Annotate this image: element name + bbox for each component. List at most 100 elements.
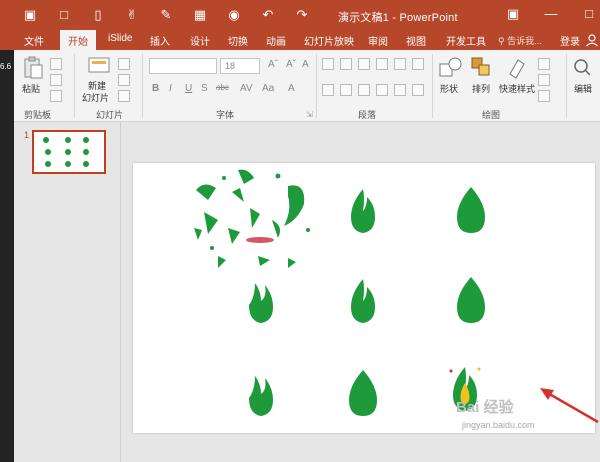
- sign-in-link[interactable]: 登录: [560, 33, 580, 48]
- open-folder-icon[interactable]: □: [56, 7, 72, 23]
- tab-review[interactable]: 审阅: [368, 33, 388, 48]
- watermark-url: jingyan.baidu.com: [462, 420, 535, 430]
- columns-icon[interactable]: [394, 84, 406, 96]
- align-text-icon[interactable]: [412, 84, 424, 96]
- shape-effects-icon[interactable]: [538, 90, 550, 102]
- strikethrough-button[interactable]: abc: [216, 83, 229, 92]
- font-color-icon[interactable]: A: [288, 83, 295, 94]
- cut-icon[interactable]: [50, 58, 62, 70]
- copy-icon[interactable]: [50, 74, 62, 86]
- font-name-select[interactable]: [149, 58, 217, 74]
- shapes-label: 形状: [440, 84, 459, 94]
- quick-access-toolbar: ▣ □ ▯ ✌ ✎ ▦ ◉ ↶ ↷: [22, 7, 310, 23]
- minimize-icon[interactable]: —: [543, 6, 559, 22]
- shape-fill-icon[interactable]: [538, 58, 550, 70]
- quick-styles-icon[interactable]: [506, 56, 528, 80]
- flame-icon-6[interactable]: [241, 368, 281, 420]
- restore-icon[interactable]: □: [581, 6, 597, 22]
- bold-button[interactable]: B: [152, 83, 159, 94]
- group-divider: [316, 54, 317, 118]
- flame-icon-4[interactable]: [343, 275, 383, 327]
- decrease-indent-icon[interactable]: [358, 58, 370, 70]
- text-direction-icon[interactable]: [412, 58, 424, 70]
- layout-icon[interactable]: [118, 58, 130, 70]
- tab-home[interactable]: 开始: [60, 30, 96, 50]
- align-right-icon[interactable]: [358, 84, 370, 96]
- strip-value: 6.6: [0, 62, 12, 71]
- align-left-icon[interactable]: [322, 84, 334, 96]
- flame-icon-7[interactable]: [343, 368, 383, 420]
- slide-thumbnail[interactable]: [32, 130, 106, 174]
- save-icon[interactable]: ▣: [22, 7, 38, 23]
- undo-icon[interactable]: ↶: [260, 7, 276, 23]
- flame-icon-1[interactable]: [343, 185, 383, 237]
- tab-animations[interactable]: 动画: [266, 33, 286, 48]
- char-spacing-icon[interactable]: AV: [240, 83, 253, 94]
- reset-icon[interactable]: [118, 74, 130, 86]
- line-spacing-icon[interactable]: [394, 58, 406, 70]
- group-divider: [566, 54, 567, 118]
- tab-file[interactable]: 文件: [24, 33, 44, 48]
- change-case-icon[interactable]: Aa: [262, 83, 274, 94]
- redo-icon[interactable]: ↷: [294, 7, 310, 23]
- tab-developer[interactable]: 开发工具: [446, 33, 486, 48]
- camera-icon[interactable]: ◉: [226, 7, 242, 23]
- italic-button[interactable]: I: [169, 83, 172, 94]
- arrange-icon[interactable]: [470, 56, 492, 80]
- pane-divider: [120, 122, 121, 462]
- shadow-button[interactable]: S: [201, 83, 208, 94]
- tab-view[interactable]: 视图: [406, 33, 426, 48]
- ribbon-display-icon[interactable]: ▣: [505, 6, 521, 22]
- thumbnail-preview: [43, 137, 89, 167]
- quick-styles-label: 快速样式: [499, 84, 536, 94]
- tab-islide[interactable]: iSlide: [108, 33, 132, 44]
- tab-slideshow[interactable]: 幻灯片放映: [304, 33, 354, 48]
- group-divider: [432, 54, 433, 118]
- group-divider: [74, 54, 75, 118]
- grow-font-icon[interactable]: Aˆ: [268, 59, 278, 70]
- tab-transitions[interactable]: 切换: [228, 33, 248, 48]
- shapes-icon[interactable]: [438, 56, 464, 80]
- left-app-strip: 6.6: [0, 50, 14, 462]
- title-bar: ▣ □ ▯ ✌ ✎ ▦ ◉ ↶ ↷ 演示文稿1 - PowerPoint ▣ —…: [0, 0, 600, 30]
- new-file-icon[interactable]: ▯: [90, 7, 106, 23]
- format-painter-icon[interactable]: [50, 90, 62, 102]
- ribbon: 粘贴 剪贴板 新建 幻灯片 幻灯片 18 Aˆ Aˇ A B I U S abc…: [0, 50, 600, 122]
- slide-canvas[interactable]: [133, 163, 595, 433]
- preview-icon[interactable]: ▦: [192, 7, 208, 23]
- flame-fragments[interactable]: [188, 168, 328, 278]
- flame-icon-2[interactable]: [451, 185, 491, 237]
- align-center-icon[interactable]: [340, 84, 352, 96]
- find-icon[interactable]: [572, 56, 592, 80]
- numbering-icon[interactable]: [340, 58, 352, 70]
- arrange-label: 排列: [472, 84, 491, 94]
- pen-icon[interactable]: ✎: [158, 7, 174, 23]
- ribbon-tabs: 文件 开始 iSlide 插入 设计 切换 动画 幻灯片放映 审阅 视图 开发工…: [0, 30, 600, 50]
- tell-me-search[interactable]: ⚲ 告诉我...: [498, 34, 542, 47]
- baidu-watermark: Bai 经验: [456, 399, 514, 416]
- shape-outline-icon[interactable]: [538, 74, 550, 86]
- paste-icon[interactable]: [22, 56, 44, 80]
- window-title: 演示文稿1 - PowerPoint: [338, 12, 458, 24]
- bullets-icon[interactable]: [322, 58, 334, 70]
- shrink-font-icon[interactable]: Aˇ: [286, 59, 296, 70]
- slides-group-label: 幻灯片: [96, 110, 124, 120]
- pointer-icon[interactable]: ✌: [124, 7, 140, 23]
- group-divider: [142, 54, 143, 118]
- font-size-select[interactable]: 18: [220, 58, 260, 74]
- justify-icon[interactable]: [376, 84, 388, 96]
- increase-indent-icon[interactable]: [376, 58, 388, 70]
- tab-insert[interactable]: 插入: [150, 33, 170, 48]
- new-slide-label-2: 幻灯片: [82, 93, 110, 103]
- font-dialog-launcher-icon[interactable]: ⇲: [306, 110, 313, 119]
- tab-design[interactable]: 设计: [190, 33, 210, 48]
- editing-label[interactable]: 编辑: [574, 82, 592, 95]
- new-slide-icon[interactable]: [88, 56, 110, 76]
- user-icon[interactable]: [585, 33, 599, 47]
- clear-format-icon[interactable]: A: [302, 59, 309, 70]
- tell-me-label: 告诉我...: [507, 36, 542, 46]
- underline-button[interactable]: U: [185, 83, 192, 94]
- flame-icon-5[interactable]: [451, 275, 491, 327]
- section-icon[interactable]: [118, 90, 130, 102]
- flame-icon-3[interactable]: [241, 275, 281, 327]
